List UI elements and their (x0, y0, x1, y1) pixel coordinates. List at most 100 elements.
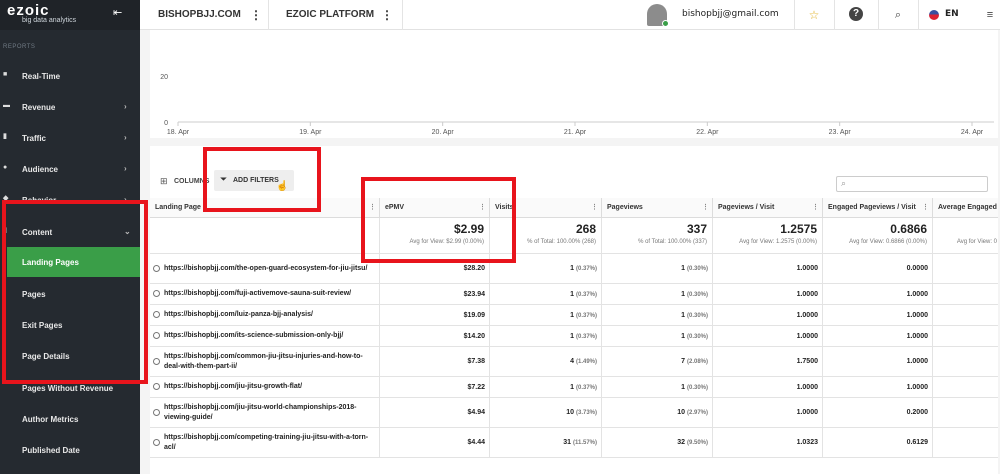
header-average-engaged-time[interactable]: Average Engaged Time (933, 198, 998, 218)
visits-percent: (0.37%) (575, 385, 597, 391)
nav-audience[interactable]: ● Audience › (0, 155, 140, 183)
visits-cell: 1 (0.37%) (490, 305, 602, 326)
platform-menu-icon[interactable]: ⋮ (381, 0, 393, 30)
reports-section-label: REPORTS (3, 44, 36, 50)
header-pageviews-per-visit[interactable]: Pageviews / Visit ⋮ (713, 198, 823, 218)
sub-exit-pages[interactable]: Exit Pages (0, 310, 140, 340)
sub-author-metrics[interactable]: Author Metrics (0, 404, 140, 434)
nav-label: Behavior (22, 196, 57, 205)
sub-pages-without-revenue[interactable]: Pages Without Revenue (0, 373, 140, 403)
page-url: https://bishopbjj.com/its-science-submis… (164, 332, 344, 339)
nav-behavior[interactable]: ◆ Behavior › (0, 186, 140, 214)
header-epmv[interactable]: ePMV ⋮ (380, 198, 490, 218)
landing-page-link[interactable]: https://bishopbjj.com/its-science-submis… (150, 326, 380, 347)
landing-page-link[interactable]: https://bishopbjj.com/competing-training… (150, 428, 380, 458)
x-tick-label: 21. Apr (564, 129, 587, 136)
pageviews-cell: 1 (0.30%) (602, 305, 713, 326)
hamburger-menu-icon[interactable]: ≡ (982, 7, 998, 23)
chart-svg: 0 20 18. Apr 19. Apr 20. Apr 21. Apr 22. Apr 23… (160, 74, 994, 136)
sub-label: Pages Without Revenue (22, 384, 114, 393)
divider (402, 0, 403, 30)
landing-page-link[interactable]: https://bishopbjj.com/luiz-panza-bjj-ana… (150, 305, 380, 326)
user-email[interactable]: bishopbjj@gmail.com (682, 9, 779, 19)
sub-published-date[interactable]: Published Date (0, 435, 140, 465)
help-icon[interactable]: ? (849, 7, 863, 21)
platform-selector[interactable]: EZOIC PLATFORM (286, 0, 374, 30)
landing-page-link[interactable]: https://bishopbjj.com/common-jiu-jitsu-i… (150, 347, 380, 377)
epmv-cell: $4.44 (380, 428, 490, 458)
sub-label: Landing Pages (22, 258, 79, 267)
nav-traffic[interactable]: ▮ Traffic › (0, 124, 140, 152)
sidebar: ezoic big data analytics ⇤ REPORTS ■ Rea… (0, 0, 140, 474)
traffic-icon: ▮ (3, 133, 7, 140)
header-engaged-pageviews-per-visit[interactable]: Engaged Pageviews / Visit ⋮ (823, 198, 933, 218)
collapse-menu-icon[interactable]: ⇤ (113, 6, 122, 19)
header-pageviews[interactable]: Pageviews ⋮ (602, 198, 713, 218)
engaged-time-cell (933, 398, 998, 428)
avatar[interactable] (647, 4, 669, 27)
landing-page-link[interactable]: https://bishopbjj.com/the-open-guard-eco… (150, 254, 380, 284)
landing-page-link[interactable]: https://bishopbjj.com/jiu-jitsu-growth-f… (150, 377, 380, 398)
column-menu-icon[interactable]: ⋮ (591, 198, 598, 217)
sub-label: Author Metrics (22, 415, 79, 424)
header-label: ePMV (385, 204, 405, 211)
nav-real-time[interactable]: ■ Real-Time (0, 62, 140, 90)
page-url: https://bishopbjj.com/jiu-jitsu-growth-f… (164, 383, 303, 390)
header-visits[interactable]: Visits ⋮ (490, 198, 602, 218)
language-selector[interactable]: EN (945, 9, 959, 19)
sub-page-details[interactable]: Page Details (0, 341, 140, 371)
pageviews-percent: (0.30%) (686, 313, 708, 319)
engaged-pageviews-cell: 1.0000 (823, 305, 933, 326)
pageviews-value: 1 (681, 265, 686, 272)
nav-label: Revenue (22, 103, 56, 112)
columns-icon[interactable]: ⊞ (160, 176, 168, 187)
column-menu-icon[interactable]: ⋮ (369, 198, 376, 217)
landing-page-link[interactable]: https://bishopbjj.com/jiu-jitsu-world-ch… (150, 398, 380, 428)
ppv-value: 1.0000 (796, 409, 818, 416)
pageviews-percent: (0.30%) (686, 266, 708, 272)
nav-content[interactable]: ▯ Content ⌄ (0, 218, 140, 246)
site-selector[interactable]: BISHOPBJJ.COM (158, 0, 241, 30)
visits-cell: 10 (3.73%) (490, 398, 602, 428)
visits-cell: 4 (1.49%) (490, 347, 602, 377)
landing-page-link[interactable]: https://bishopbjj.com/fuji-activemove-sa… (150, 284, 380, 305)
pageviews-percent: (2.08%) (686, 359, 708, 365)
visits-value: 10 (566, 409, 575, 416)
visits-percent: (11.57%) (572, 440, 597, 446)
eppv-value: 1.0000 (906, 312, 928, 319)
pageviews-per-visit-cell: 1.7500 (713, 347, 823, 377)
divider (918, 0, 919, 30)
pageviews-value: 1 (681, 291, 686, 298)
engaged-pageviews-cell: 1.0000 (823, 284, 933, 305)
engaged-time-cell (933, 428, 998, 458)
x-tick-label: 22. Apr (696, 129, 719, 136)
site-menu-icon[interactable]: ⋮ (250, 0, 262, 30)
pageviews-per-visit-cell: 1.0000 (713, 377, 823, 398)
engaged-time-cell (933, 347, 998, 377)
search-input[interactable]: ⌕ (836, 176, 988, 192)
cursor-hand-icon: ☝ (276, 181, 289, 192)
visits-cell: 1 (0.37%) (490, 326, 602, 347)
ppv-value: 1.0000 (796, 384, 818, 391)
total-subtext: Avg for View: 1.2575 (0.00%) (739, 239, 817, 245)
logo[interactable]: ezoic big data analytics ⇤ (0, 0, 140, 30)
total-subtext: Avg for View: 0.6866 (0.00%) (849, 239, 927, 245)
total-subtext: Avg for View: $2.99 (0.00%) (409, 239, 485, 245)
nav-revenue[interactable]: ▬ Revenue › (0, 93, 140, 121)
column-menu-icon[interactable]: ⋮ (922, 198, 929, 217)
ppv-value: 1.0323 (796, 439, 818, 446)
divider (834, 0, 835, 30)
columns-button[interactable]: COLUMNS (174, 178, 209, 185)
column-menu-icon[interactable]: ⋮ (479, 198, 486, 217)
search-icon[interactable]: ⌕ (890, 7, 906, 23)
column-menu-icon[interactable]: ⋮ (812, 198, 819, 217)
sub-landing-pages[interactable]: Landing Pages (7, 247, 140, 277)
pageviews-value: 10 (677, 409, 686, 416)
header-label: Average Engaged Time (938, 204, 998, 211)
header-landing-page[interactable]: Landing Page ⋮ (150, 198, 380, 218)
total-value: 337 (686, 222, 707, 236)
sub-pages[interactable]: Pages (0, 279, 140, 309)
column-menu-icon[interactable]: ⋮ (702, 198, 709, 217)
star-icon[interactable]: ☆ (806, 7, 822, 23)
engaged-time-cell (933, 284, 998, 305)
